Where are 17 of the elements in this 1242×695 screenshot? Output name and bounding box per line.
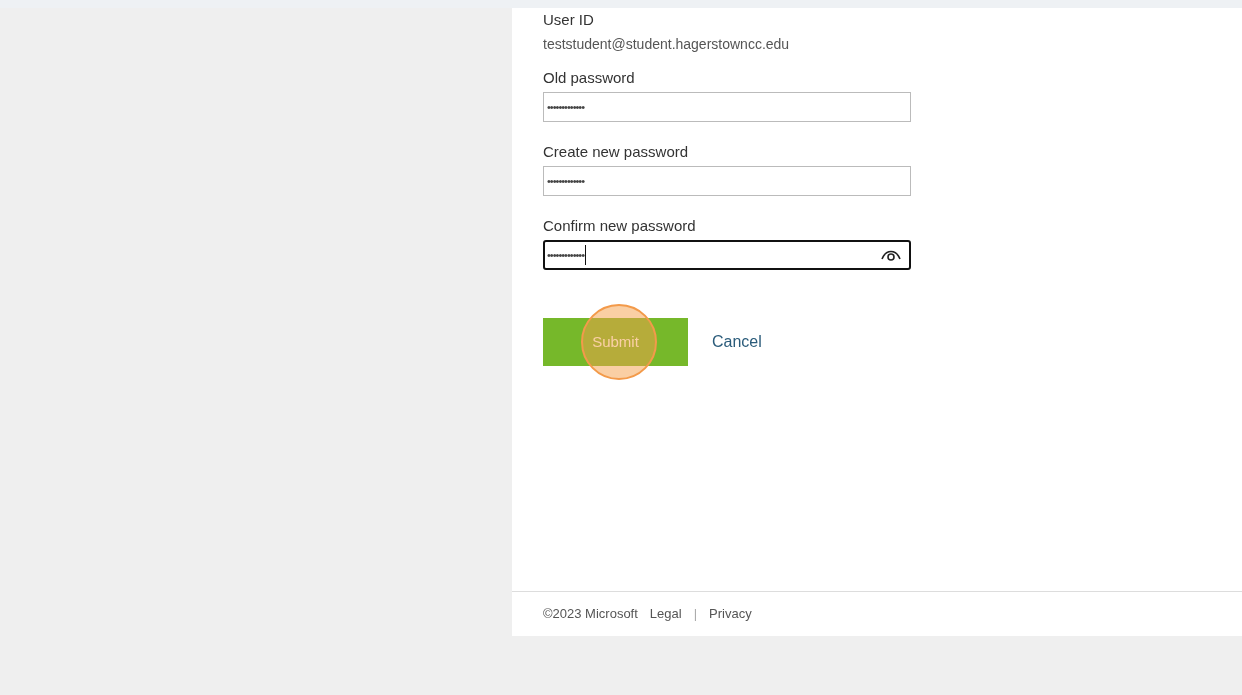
footer-link[interactable]: Legal [649,604,682,624]
password-field[interactable]: ••••••••••••• [543,92,911,122]
cancel-link[interactable]: Cancel [712,333,762,350]
field-label: Confirm new password [543,216,697,236]
field-label: Create new password [543,142,690,162]
footer-link[interactable]: Privacy [709,604,752,624]
user-id-label: User ID [543,10,595,30]
link-separator: | [693,605,698,624]
password-value: ••••••••••••• [547,247,585,263]
eye-icon[interactable] [881,248,901,262]
password-value: ••••••••••••• [547,173,585,189]
password-value: ••••••••••••• [547,99,585,115]
user-id-value: teststudent@student.hagerstowncc.edu [543,35,791,54]
password-field[interactable]: ••••••••••••• [543,166,911,196]
field-label: Old password [543,68,636,88]
copyright-text: ©2023 Microsoft [543,605,638,624]
password-field[interactable]: ••••••••••••• [543,240,911,270]
